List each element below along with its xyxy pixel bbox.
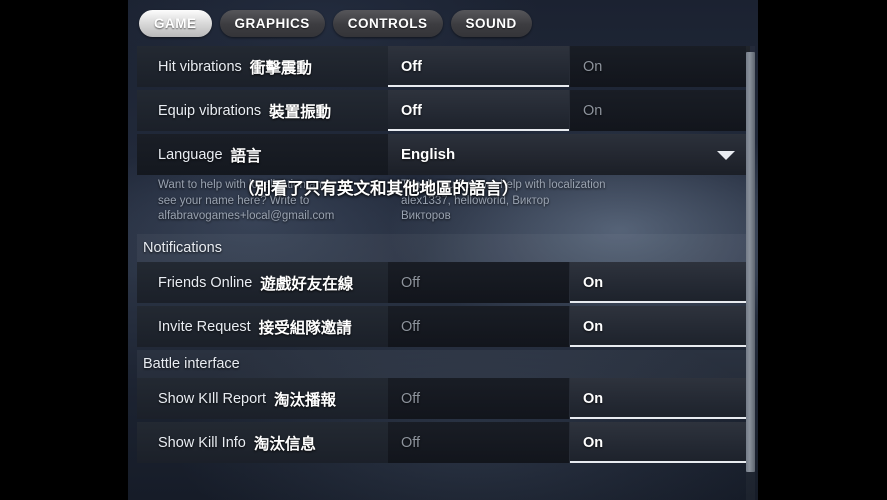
setting-label-cell: Hit vibrations 衝擊震動 — [137, 46, 388, 87]
settings-tab-bar: GAME GRAPHICS CONTROLS SOUND — [128, 0, 758, 46]
setting-row: Show KIll Report 淘汰播報 Off On — [137, 378, 750, 419]
setting-row: Invite Request 接受組隊邀請 Off On — [137, 306, 750, 347]
option-on[interactable]: On — [569, 262, 750, 303]
language-label-en: Language — [158, 146, 223, 163]
setting-options: Off On — [388, 306, 750, 347]
option-on[interactable]: On — [569, 306, 750, 347]
setting-label-cell: Friends Online 遊戲好友在線 — [137, 262, 388, 303]
localization-help-text: Want to help with localization and see y… — [158, 179, 335, 222]
setting-options: Off On — [388, 378, 750, 419]
language-dropdown[interactable]: English — [388, 134, 750, 175]
section-header: Battle interface — [137, 350, 750, 378]
section-header: Notifications — [137, 234, 750, 262]
option-on[interactable]: On — [569, 422, 750, 463]
tab-graphics[interactable]: GRAPHICS — [219, 9, 325, 37]
language-label-zh: 語言 — [230, 147, 262, 165]
setting-options: Off On — [388, 262, 750, 303]
setting-row: Equip vibrations 裝置振動 Off On — [137, 90, 750, 131]
setting-label-cell: Show KIll Report 淘汰播報 — [137, 378, 388, 419]
game-settings-viewport: GAME GRAPHICS CONTROLS SOUND Hit vibrations… — [128, 0, 758, 500]
setting-label-cell: Invite Request 接受組隊邀請 — [137, 306, 388, 347]
setting-label-en: Friends Online — [158, 274, 253, 291]
tab-controls[interactable]: CONTROLS — [332, 9, 443, 37]
setting-options: Off On — [388, 90, 750, 131]
setting-label-en: Equip vibrations — [158, 102, 262, 119]
option-off[interactable]: Off — [388, 378, 569, 419]
option-off[interactable]: Off — [388, 422, 569, 463]
setting-label-zh: 裝置振動 — [269, 103, 332, 121]
settings-list: Hit vibrations 衝擊震動 Off On Equip vibrations 裝… — [128, 46, 758, 500]
option-off[interactable]: Off — [388, 90, 569, 131]
option-off[interactable]: Off — [388, 306, 569, 347]
setting-label-zh: 淘汰播報 — [274, 391, 337, 409]
option-off[interactable]: Off — [388, 46, 569, 87]
setting-label-cell: Show Kill Info 淘汰信息 — [137, 422, 388, 463]
setting-options: Off On — [388, 46, 750, 87]
option-on[interactable]: On — [569, 378, 750, 419]
language-row: Language 語言 English — [137, 134, 750, 175]
option-on[interactable]: On — [569, 46, 750, 87]
scrollbar-thumb[interactable] — [746, 52, 755, 472]
setting-label-en: Show KIll Report — [158, 390, 266, 407]
language-label-cell: Language 語言 — [137, 134, 388, 175]
setting-row: Show Kill Info 淘汰信息 Off On — [137, 422, 750, 463]
screen: GAME GRAPHICS CONTROLS SOUND Hit vibrations… — [0, 0, 887, 500]
tab-game[interactable]: GAME — [139, 9, 212, 37]
localization-thanks-text: Thank you for your help with localizatio… — [401, 179, 606, 222]
setting-row: Hit vibrations 衝擊震動 Off On — [137, 46, 750, 87]
setting-options: Off On — [388, 422, 750, 463]
chevron-down-icon — [717, 150, 735, 160]
setting-label-zh: 遊戲好友在線 — [260, 275, 354, 293]
setting-label-zh: 接受組隊邀請 — [258, 319, 352, 337]
option-off[interactable]: Off — [388, 262, 569, 303]
setting-label-en: Invite Request — [158, 318, 251, 335]
setting-label-zh: 衝擊震動 — [249, 59, 312, 77]
vertical-scrollbar[interactable] — [746, 46, 755, 500]
localization-credits: Want to help with localization and see y… — [137, 178, 750, 234]
tab-sound[interactable]: SOUND — [450, 9, 532, 37]
setting-label-en: Hit vibrations — [158, 58, 242, 75]
setting-label-en: Show Kill Info — [158, 434, 246, 451]
setting-label-cell: Equip vibrations 裝置振動 — [137, 90, 388, 131]
language-dropdown-value: English — [401, 146, 456, 163]
option-on[interactable]: On — [569, 90, 750, 131]
setting-row: Friends Online 遊戲好友在線 Off On — [137, 262, 750, 303]
setting-label-zh: 淘汰信息 — [253, 435, 316, 453]
